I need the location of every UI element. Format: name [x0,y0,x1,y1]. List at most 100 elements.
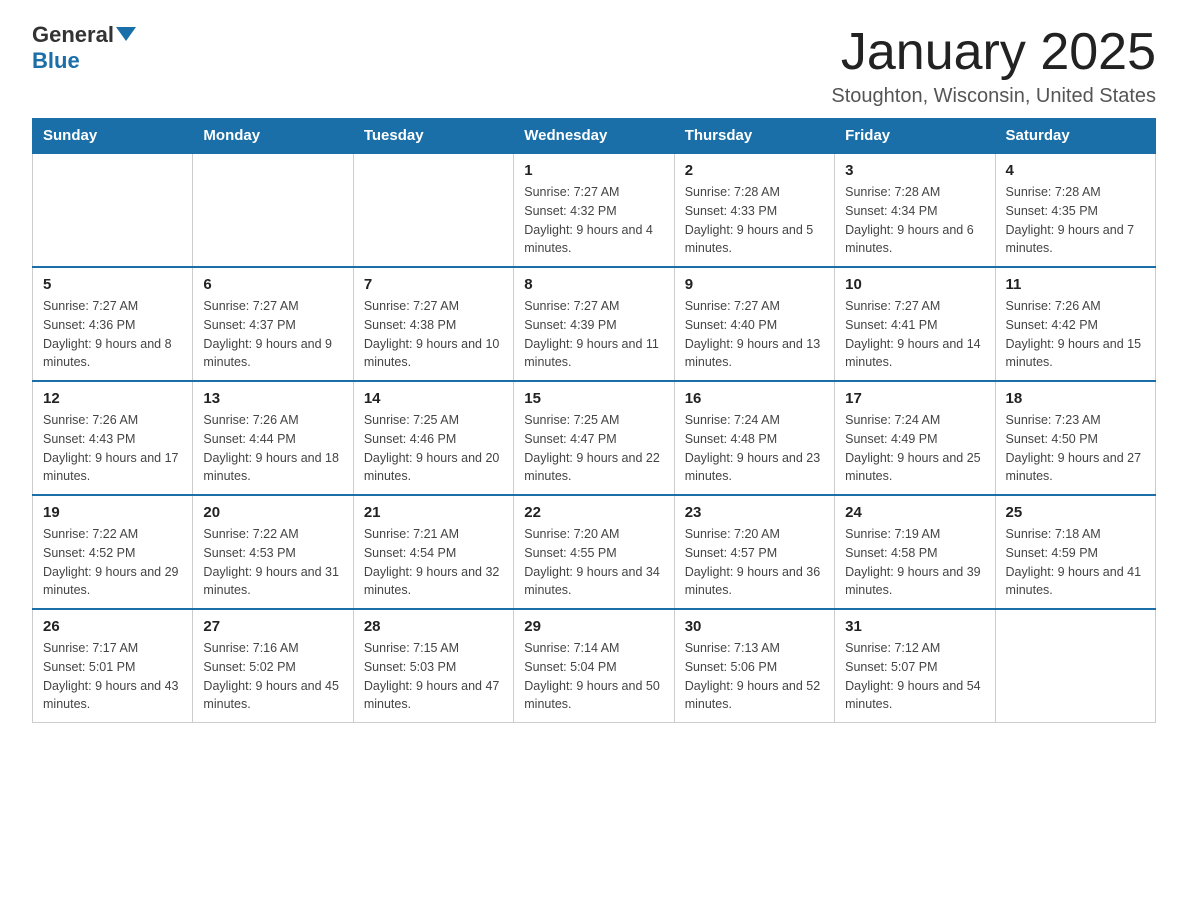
day-number: 17 [845,390,984,407]
calendar-cell: 2 Sunrise: 7:28 AMSunset: 4:33 PMDaylight… [674,153,834,267]
calendar-week-4: 19Sunrise: 7:22 AMSunset: 4:52 PMDayligh… [33,495,1156,609]
day-info: Sunrise: 7:27 AMSunset: 4:32 PMDaylight:… [524,183,663,258]
calendar-cell: 22 Sunrise: 7:20 AMSunset: 4:55 PMDayligh… [514,495,674,609]
day-info: Sunrise: 7:28 AMSunset: 4:34 PMDaylight:… [845,183,984,258]
day-number: 5 [43,276,182,293]
day-number: 8 [524,276,663,293]
calendar-cell: 21 Sunrise: 7:21 AMSunset: 4:54 PMDayligh… [353,495,513,609]
day-info: Sunrise: 7:28 AMSunset: 4:35 PMDaylight:… [1006,183,1145,258]
day-info: Sunrise: 7:12 AMSunset: 5:07 PMDaylight:… [845,639,984,714]
day-number: 27 [203,618,342,635]
day-info: Sunrise: 7:19 AMSunset: 4:58 PMDaylight:… [845,525,984,600]
day-info: Sunrise: 7:20 AMSunset: 4:57 PMDaylight:… [685,525,824,600]
day-info: Sunrise: 7:16 AMSunset: 5:02 PMDaylight:… [203,639,342,714]
day-info: Sunrise: 7:25 AMSunset: 4:47 PMDaylight:… [524,411,663,486]
calendar-cell: 8Sunrise: 7:27 AMSunset: 4:39 PMDaylight… [514,267,674,381]
day-info: Sunrise: 7:25 AMSunset: 4:46 PMDaylight:… [364,411,503,486]
calendar-cell: 10 Sunrise: 7:27 AMSunset: 4:41 PMDayligh… [835,267,995,381]
calendar-cell: 3Sunrise: 7:28 AMSunset: 4:34 PMDaylight… [835,153,995,267]
calendar-cell: 9 Sunrise: 7:27 AMSunset: 4:40 PMDaylight… [674,267,834,381]
weekday-header-row: SundayMondayTuesdayWednesdayThursdayFrid… [33,119,1156,154]
calendar-week-2: 5 Sunrise: 7:27 AMSunset: 4:36 PMDaylight… [33,267,1156,381]
day-info: Sunrise: 7:24 AMSunset: 4:48 PMDaylight:… [685,411,824,486]
day-number: 10 [845,276,984,293]
day-info: Sunrise: 7:24 AMSunset: 4:49 PMDaylight:… [845,411,984,486]
day-info: Sunrise: 7:27 AMSunset: 4:40 PMDaylight:… [685,297,824,372]
day-number: 16 [685,390,824,407]
calendar-cell: 29Sunrise: 7:14 AMSunset: 5:04 PMDayligh… [514,609,674,723]
calendar-week-3: 12 Sunrise: 7:26 AMSunset: 4:43 PMDayligh… [33,381,1156,495]
day-info: Sunrise: 7:22 AMSunset: 4:52 PMDaylight:… [43,525,182,600]
day-info: Sunrise: 7:27 AMSunset: 4:37 PMDaylight:… [203,297,342,372]
calendar-cell: 1 Sunrise: 7:27 AMSunset: 4:32 PMDaylight… [514,153,674,267]
calendar-week-1: 1 Sunrise: 7:27 AMSunset: 4:32 PMDaylight… [33,153,1156,267]
weekday-header-monday: Monday [193,119,353,154]
calendar-cell: 30Sunrise: 7:13 AMSunset: 5:06 PMDayligh… [674,609,834,723]
day-info: Sunrise: 7:23 AMSunset: 4:50 PMDaylight:… [1006,411,1145,486]
day-info: Sunrise: 7:26 AMSunset: 4:44 PMDaylight:… [203,411,342,486]
calendar-cell: 24 Sunrise: 7:19 AMSunset: 4:58 PMDayligh… [835,495,995,609]
weekday-header-friday: Friday [835,119,995,154]
calendar-cell: 27 Sunrise: 7:16 AMSunset: 5:02 PMDayligh… [193,609,353,723]
day-info: Sunrise: 7:17 AMSunset: 5:01 PMDaylight:… [43,639,182,714]
day-info: Sunrise: 7:15 AMSunset: 5:03 PMDaylight:… [364,639,503,714]
day-info: Sunrise: 7:18 AMSunset: 4:59 PMDaylight:… [1006,525,1145,600]
calendar-cell: 14 Sunrise: 7:25 AMSunset: 4:46 PMDayligh… [353,381,513,495]
calendar-cell: 19Sunrise: 7:22 AMSunset: 4:52 PMDayligh… [33,495,193,609]
calendar-body: 1 Sunrise: 7:27 AMSunset: 4:32 PMDaylight… [33,153,1156,723]
day-number: 25 [1006,504,1145,521]
weekday-header-saturday: Saturday [995,119,1155,154]
day-number: 22 [524,504,663,521]
calendar-week-5: 26Sunrise: 7:17 AMSunset: 5:01 PMDayligh… [33,609,1156,723]
day-number: 9 [685,276,824,293]
calendar-cell: 15 Sunrise: 7:25 AMSunset: 4:47 PMDayligh… [514,381,674,495]
day-number: 2 [685,162,824,179]
title-section: January 2025 Stoughton, Wisconsin, Unite… [831,24,1156,108]
day-number: 15 [524,390,663,407]
day-number: 31 [845,618,984,635]
day-number: 23 [685,504,824,521]
day-info: Sunrise: 7:28 AMSunset: 4:33 PMDaylight:… [685,183,824,258]
calendar-table: SundayMondayTuesdayWednesdayThursdayFrid… [32,118,1156,723]
day-number: 4 [1006,162,1145,179]
day-number: 14 [364,390,503,407]
day-number: 1 [524,162,663,179]
day-info: Sunrise: 7:26 AMSunset: 4:43 PMDaylight:… [43,411,182,486]
calendar-cell: 23 Sunrise: 7:20 AMSunset: 4:57 PMDayligh… [674,495,834,609]
day-number: 12 [43,390,182,407]
weekday-header-wednesday: Wednesday [514,119,674,154]
logo-general-text: General [32,24,114,46]
calendar-cell: 20 Sunrise: 7:22 AMSunset: 4:53 PMDayligh… [193,495,353,609]
calendar-cell: 4 Sunrise: 7:28 AMSunset: 4:35 PMDaylight… [995,153,1155,267]
day-number: 24 [845,504,984,521]
day-number: 13 [203,390,342,407]
calendar-cell: 11Sunrise: 7:26 AMSunset: 4:42 PMDayligh… [995,267,1155,381]
day-info: Sunrise: 7:21 AMSunset: 4:54 PMDaylight:… [364,525,503,600]
weekday-header-thursday: Thursday [674,119,834,154]
calendar-cell: 6 Sunrise: 7:27 AMSunset: 4:37 PMDaylight… [193,267,353,381]
day-info: Sunrise: 7:27 AMSunset: 4:38 PMDaylight:… [364,297,503,372]
day-number: 28 [364,618,503,635]
calendar-cell [33,153,193,267]
logo-triangle-icon [116,27,136,41]
day-info: Sunrise: 7:26 AMSunset: 4:42 PMDaylight:… [1006,297,1145,372]
logo: General Blue [32,24,138,74]
day-info: Sunrise: 7:14 AMSunset: 5:04 PMDaylight:… [524,639,663,714]
day-number: 7 [364,276,503,293]
day-info: Sunrise: 7:20 AMSunset: 4:55 PMDaylight:… [524,525,663,600]
calendar-cell: 18 Sunrise: 7:23 AMSunset: 4:50 PMDayligh… [995,381,1155,495]
day-number: 20 [203,504,342,521]
day-info: Sunrise: 7:27 AMSunset: 4:36 PMDaylight:… [43,297,182,372]
calendar-cell: 25 Sunrise: 7:18 AMSunset: 4:59 PMDayligh… [995,495,1155,609]
calendar-cell: 28 Sunrise: 7:15 AMSunset: 5:03 PMDayligh… [353,609,513,723]
day-number: 6 [203,276,342,293]
calendar-cell: 12 Sunrise: 7:26 AMSunset: 4:43 PMDayligh… [33,381,193,495]
day-number: 21 [364,504,503,521]
day-info: Sunrise: 7:13 AMSunset: 5:06 PMDaylight:… [685,639,824,714]
day-info: Sunrise: 7:27 AMSunset: 4:41 PMDaylight:… [845,297,984,372]
day-info: Sunrise: 7:22 AMSunset: 4:53 PMDaylight:… [203,525,342,600]
weekday-header-sunday: Sunday [33,119,193,154]
calendar-cell: 17 Sunrise: 7:24 AMSunset: 4:49 PMDayligh… [835,381,995,495]
day-number: 18 [1006,390,1145,407]
calendar-cell: 5 Sunrise: 7:27 AMSunset: 4:36 PMDaylight… [33,267,193,381]
